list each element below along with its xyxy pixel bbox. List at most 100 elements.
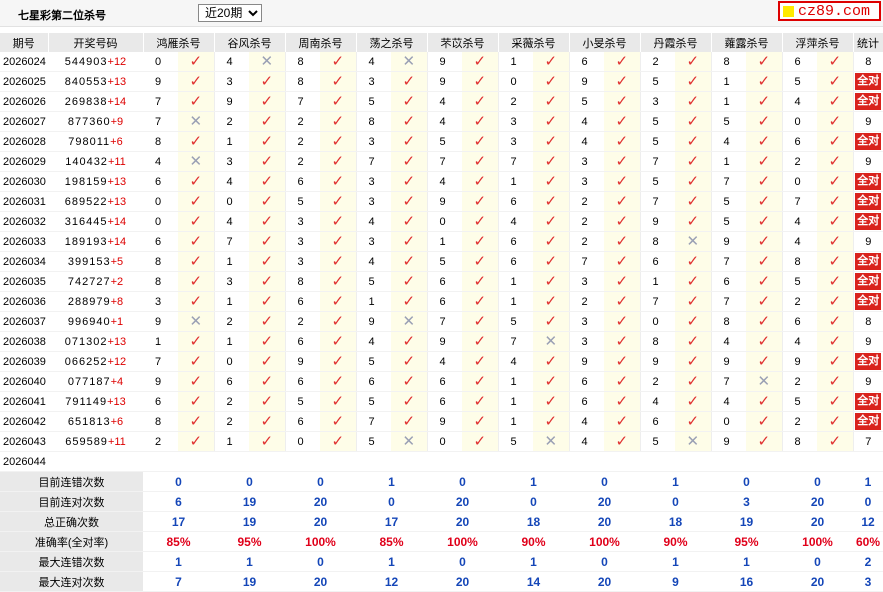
cross-icon: ✕ (189, 313, 203, 330)
summary-value: 0 (285, 471, 356, 492)
result-mark: ✓ (533, 251, 570, 272)
check-icon: ✓ (189, 433, 203, 450)
kill-value: 7 (569, 251, 604, 272)
result-mark: ✓ (462, 411, 499, 432)
kill-value: 6 (427, 391, 462, 412)
summary-value: 90% (498, 531, 569, 552)
kill-value: 7 (143, 351, 178, 372)
all-correct-badge: 全对 (855, 213, 882, 230)
kill-value: 3 (569, 331, 604, 352)
result-mark: ✓ (249, 71, 286, 92)
check-icon: ✓ (686, 93, 700, 110)
period-select[interactable]: 近20期 (198, 4, 262, 22)
result-mark: ✓ (178, 91, 215, 112)
kill-value: 5 (498, 431, 533, 452)
summary-value: 0 (285, 551, 356, 572)
result-mark: ✓ (604, 351, 641, 372)
result-mark: ✓ (320, 371, 357, 392)
check-icon: ✓ (615, 73, 629, 90)
brand-logo[interactable]: cz89.com (778, 1, 881, 21)
check-icon: ✓ (544, 153, 558, 170)
result-mark: ✓ (178, 331, 215, 352)
check-icon: ✓ (544, 413, 558, 430)
draw-number: 077187 (67, 375, 111, 388)
kill-value: 5 (640, 431, 675, 452)
summary-value: 9 (640, 571, 711, 592)
result-mark: ✓ (746, 71, 783, 92)
kill-value: 1 (711, 91, 746, 112)
check-icon: ✓ (402, 333, 416, 350)
draw-number-cell: 544903+12 (48, 52, 143, 72)
check-icon: ✓ (615, 273, 629, 290)
kill-value: 4 (427, 351, 462, 372)
result-mark: ✓ (462, 171, 499, 192)
check-icon: ✓ (402, 273, 416, 290)
result-mark: ✓ (178, 52, 215, 72)
sum-value: +2 (110, 275, 124, 288)
sum-value: +11 (107, 155, 126, 168)
result-mark: ✓ (817, 251, 854, 272)
summary-value: 1 (640, 471, 711, 492)
result-mark: ✓ (817, 91, 854, 112)
check-icon: ✓ (331, 93, 345, 110)
result-mark: ✓ (675, 271, 712, 292)
check-icon: ✓ (473, 133, 487, 150)
current-kill-value: 3 (427, 451, 462, 472)
result-mark: ✓ (178, 211, 215, 232)
result-mark: ✓ (391, 411, 428, 432)
draw-number: 399153 (67, 255, 111, 268)
kill-value: 4 (498, 351, 533, 372)
kill-value: 4 (356, 251, 391, 272)
kill-value: 6 (782, 52, 817, 72)
kill-value: 6 (498, 231, 533, 252)
kill-value: 4 (214, 211, 249, 232)
result-mark: ✓ (746, 251, 783, 272)
result-mark: ✓ (391, 331, 428, 352)
sum-value: +9 (110, 115, 124, 128)
check-icon: ✓ (757, 173, 771, 190)
summary-value: 85% (143, 531, 214, 552)
check-icon: ✓ (544, 373, 558, 390)
kill-value: 6 (285, 411, 320, 432)
result-mark: ✓ (462, 311, 499, 332)
check-icon: ✓ (757, 133, 771, 150)
summary-row: 最大连对次数 7 19 20 12 20 14 20 9 16 20 3 (0, 571, 883, 592)
kill-value: 4 (214, 171, 249, 192)
check-icon: ✓ (260, 333, 274, 350)
stat-cell: 全对 (853, 291, 883, 312)
result-mark: ✓ (675, 71, 712, 92)
kill-value: 7 (711, 291, 746, 312)
check-icon: ✓ (828, 113, 842, 130)
sum-value: +11 (107, 435, 126, 448)
check-icon: ✓ (544, 293, 558, 310)
draw-number-cell: 659589+11 (48, 431, 143, 452)
result-mark: ✓ (604, 331, 641, 352)
table-row: 2026041 791149+13 6 ✓ 2 ✓ 5 ✓ 5 ✓ 6 ✓ 1 ✓ 6 ✓ 4 ✓ 4 ✓ 5 ✓ 全对 (0, 391, 883, 412)
result-mark: ✓ (320, 131, 357, 152)
check-icon: ✓ (189, 333, 203, 350)
column-header: 蕹露杀号 (711, 33, 783, 52)
column-header: 小旻杀号 (569, 33, 641, 52)
kill-value: 6 (640, 251, 675, 272)
kill-value: 9 (285, 351, 320, 372)
draw-number-cell: 316445+14 (48, 211, 143, 232)
check-icon: ✓ (544, 173, 558, 190)
result-mark: ✓ (462, 91, 499, 112)
summary-label: 目前连对次数 (0, 491, 143, 512)
kill-value: 6 (640, 411, 675, 432)
draw-number: 659589 (65, 435, 108, 448)
summary-value: 19 (214, 571, 285, 592)
cross-icon: ✕ (402, 433, 416, 450)
result-mark: ✓ (462, 331, 499, 352)
kill-value: 2 (214, 111, 249, 132)
table-row: 2026024 544903+12 0 ✓ 4 ✕ 8 ✓ 4 ✕ 9 ✓ 1 ✓ 6 ✓ 2 ✓ 8 ✓ 6 ✓ 8 (0, 52, 883, 72)
column-header: 统计 (853, 33, 883, 52)
result-mark: ✓ (320, 411, 357, 432)
kill-value: 2 (214, 411, 249, 432)
kill-value: 1 (498, 391, 533, 412)
check-icon: ✓ (331, 353, 345, 370)
all-correct-badge: 全对 (855, 393, 882, 410)
issue-cell: 2026027 (0, 111, 48, 132)
draw-number: 798011 (68, 135, 111, 148)
issue-cell: 2026040 (0, 371, 48, 392)
